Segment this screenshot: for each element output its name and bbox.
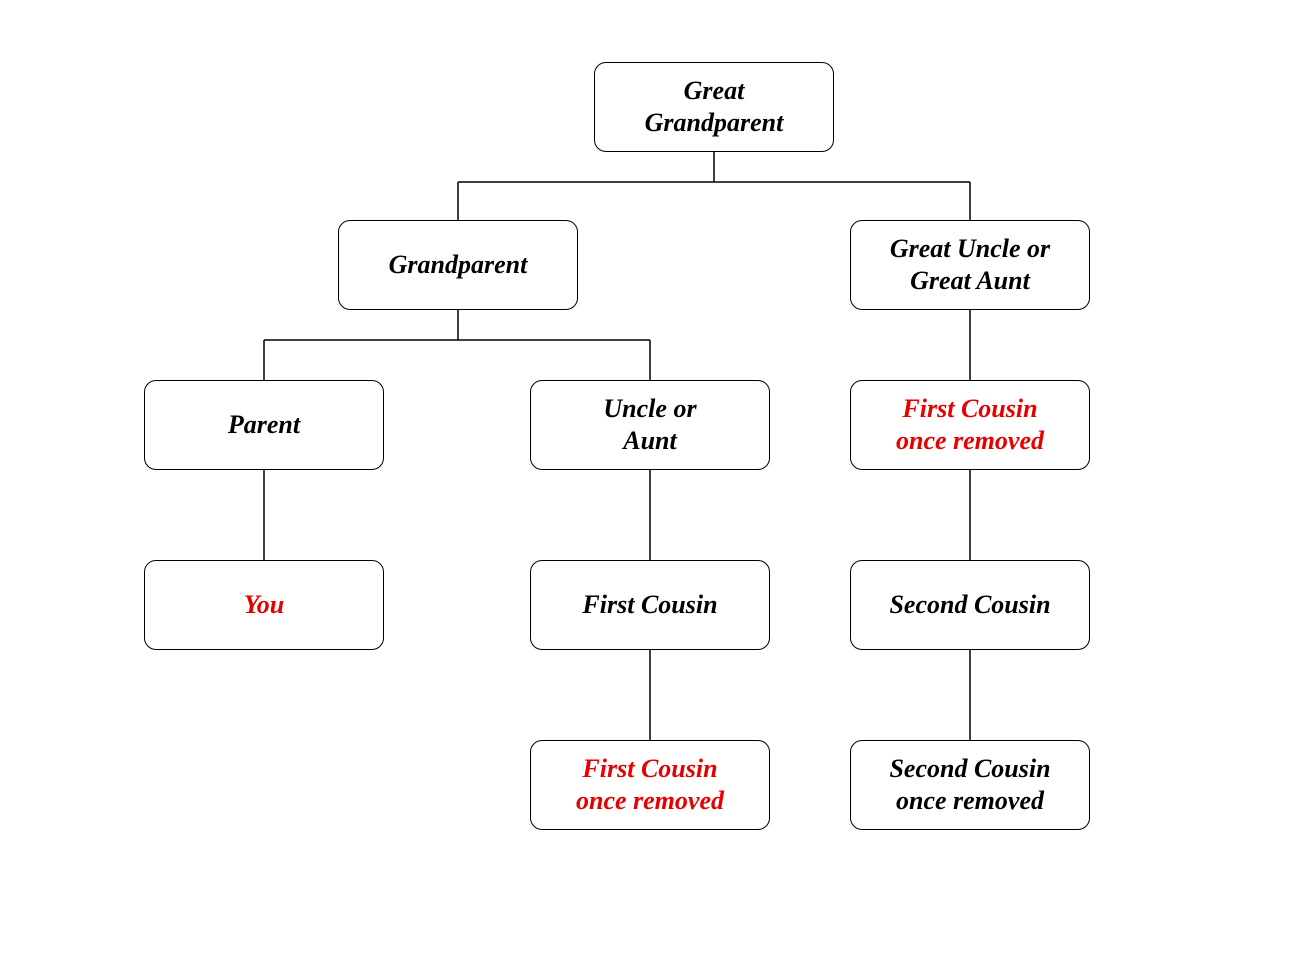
label-grandparent: Grandparent xyxy=(389,249,528,282)
family-tree-diagram: Great Grandparent Grandparent Great Uncl… xyxy=(0,0,1300,975)
node-great-grandparent: Great Grandparent xyxy=(594,62,834,152)
node-first-cousin-once-removed-upper: First Cousin once removed xyxy=(850,380,1090,470)
node-second-cousin-once-removed: Second Cousin once removed xyxy=(850,740,1090,830)
node-second-cousin: Second Cousin xyxy=(850,560,1090,650)
label-great-uncle-aunt: Great Uncle or Great Aunt xyxy=(890,233,1050,298)
label-great-grandparent: Great Grandparent xyxy=(645,75,784,140)
label-uncle-aunt: Uncle or Aunt xyxy=(603,393,696,458)
node-great-uncle-aunt: Great Uncle or Great Aunt xyxy=(850,220,1090,310)
node-you: You xyxy=(144,560,384,650)
node-parent: Parent xyxy=(144,380,384,470)
node-first-cousin: First Cousin xyxy=(530,560,770,650)
label-second-cousin: Second Cousin xyxy=(889,589,1050,622)
label-you: You xyxy=(244,589,284,622)
label-second-cousin-once-removed: Second Cousin once removed xyxy=(889,753,1050,818)
node-grandparent: Grandparent xyxy=(338,220,578,310)
node-first-cousin-once-removed-lower: First Cousin once removed xyxy=(530,740,770,830)
node-uncle-aunt: Uncle or Aunt xyxy=(530,380,770,470)
label-first-cousin-once-removed-lower: First Cousin once removed xyxy=(576,753,724,818)
label-first-cousin-once-removed-upper: First Cousin once removed xyxy=(896,393,1044,458)
label-first-cousin: First Cousin xyxy=(582,589,717,622)
label-parent: Parent xyxy=(228,409,300,442)
